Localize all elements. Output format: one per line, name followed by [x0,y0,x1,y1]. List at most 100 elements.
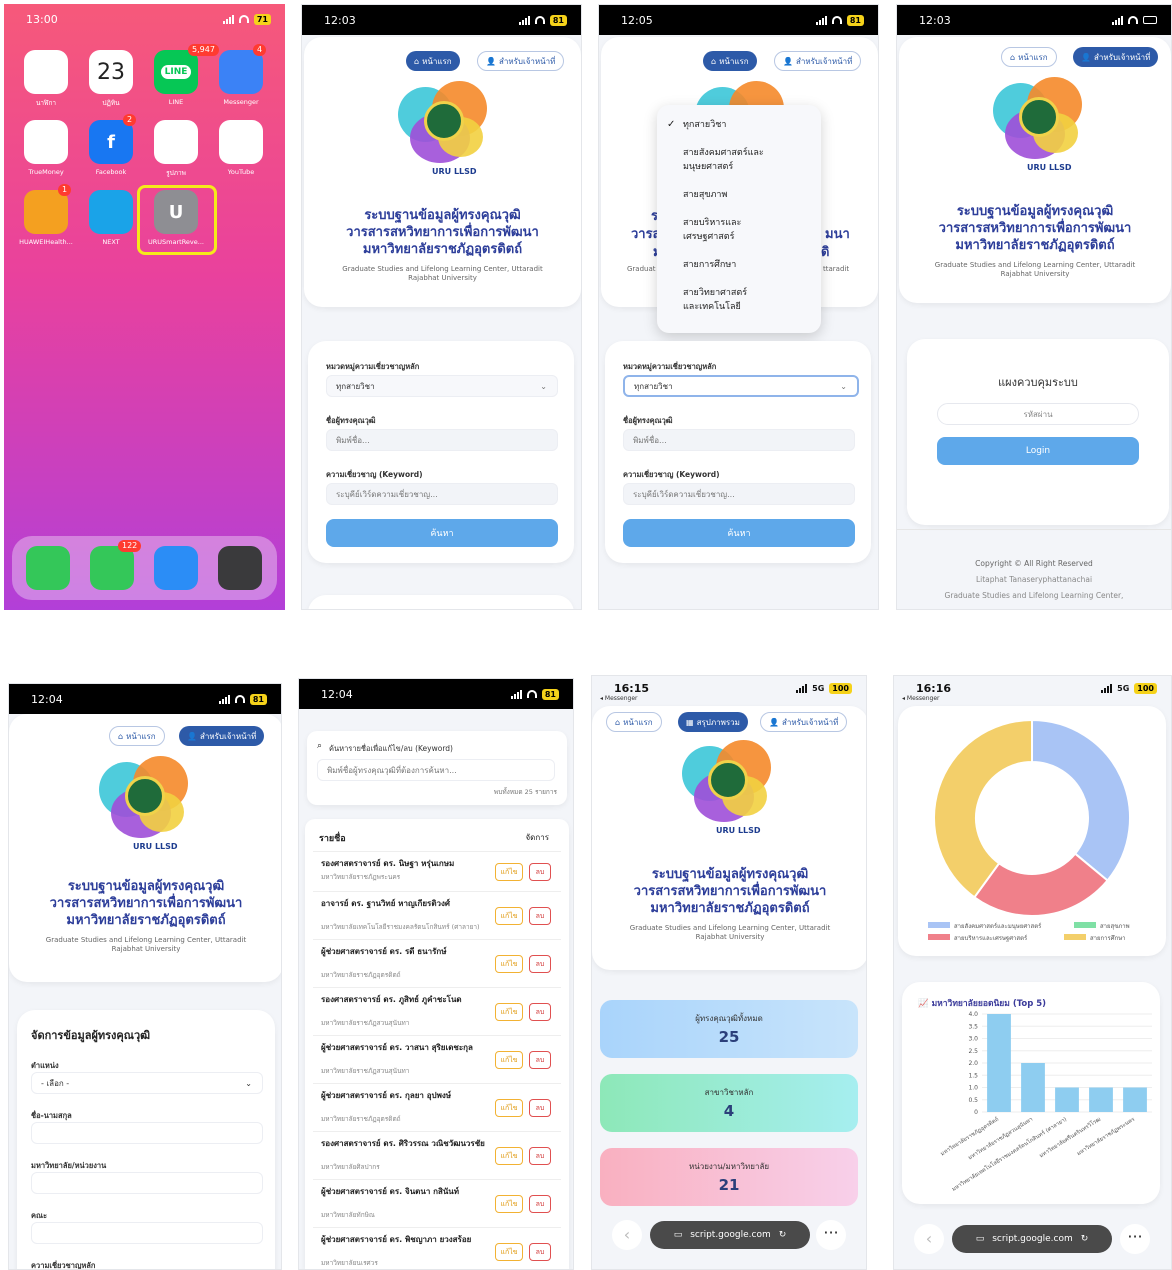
delete-button[interactable]: ลบ [529,1051,551,1069]
expert-name: รองศาสตราจารย์ ดร. นิษฐา หรุ่นเกษม [321,859,455,868]
delete-button[interactable]: ลบ [529,1147,551,1165]
more-icon[interactable]: ··· [816,1220,846,1250]
edit-button[interactable]: แก้ไข [495,1195,523,1213]
more-icon[interactable]: ··· [1120,1224,1150,1254]
faculty-input[interactable] [31,1222,263,1244]
name-input[interactable]: พิมพ์ชื่อ... [623,429,855,451]
back-to-messenger[interactable]: ◂ Messenger [600,695,638,702]
chevron-down-icon: ⌄ [540,381,547,391]
expert-university: มหาวิทยาลัยศิลปากร [321,1163,380,1171]
delete-button[interactable]: ลบ [529,1195,551,1213]
nav-summary-button[interactable]: ▦ สรุปภาพรวม [678,712,748,732]
home-icon: ⌂ [615,717,621,727]
edit-button[interactable]: แก้ไข [495,1051,523,1069]
battery-icon [1143,16,1157,24]
back-icon[interactable]: ‹ [612,1220,642,1250]
safari-icon[interactable] [154,546,198,590]
calendar-icon[interactable]: 23 [89,50,133,94]
delete-button[interactable]: ลบ [529,955,551,973]
screen-charts: 16:16 5G 100 ◂ Messenger สายสังคมศาสตร์แล… [893,675,1172,1270]
edit-button[interactable]: แก้ไข [495,1147,523,1165]
category-select[interactable]: ทุกสายวิชา ⌄ [623,375,859,397]
delete-button[interactable]: ลบ [529,1243,551,1261]
nav-staff-button[interactable]: 👤 สำหรับเจ้าหน้าที่ [477,51,565,71]
messages-icon[interactable] [90,546,134,590]
delete-button[interactable]: ลบ [529,1003,551,1021]
password-input[interactable]: รหัสผ่าน [937,403,1139,425]
camera-icon[interactable] [218,546,262,590]
edit-button[interactable]: แก้ไข [495,1243,523,1261]
manage-search-input[interactable]: พิมพ์ชื่อผู้ทรงคุณวุฒิที่ต้องการค้นหา... [317,759,555,781]
y-tick-label: 3.5 [968,1023,978,1030]
delete-button[interactable]: ลบ [529,907,551,925]
nav-home-button[interactable]: ⌂ หน้าแรก [109,726,165,746]
truemoney-icon[interactable] [24,120,68,164]
huawei-health-icon[interactable] [24,190,68,234]
university-input[interactable] [31,1172,263,1194]
search-button[interactable]: ค้นหา [326,519,558,547]
table-row: รองศาสตราจารย์ ดร. นิษฐา หรุ่นเกษม มหาวิท… [313,851,561,891]
line-icon[interactable]: LINE [154,50,198,94]
status-time: 13:00 [26,12,58,26]
browser-bar: ‹ ▭ script.google.com ↻ ··· [894,1216,1171,1262]
table-row: ผู้ช่วยศาสตราจารย์ ดร. กุลยา อุปพงษ์ มหาว… [313,1083,561,1131]
notification-badge: 5,947 [188,44,219,56]
back-to-messenger[interactable]: ◂ Messenger [902,695,940,702]
back-icon[interactable]: ‹ [914,1224,944,1254]
list-card: รายชื่อ จัดการ รองศาสตราจารย์ ดร. นิษฐา … [305,819,569,1269]
chart-icon: ▦ [686,717,694,727]
position-select[interactable]: - เลือก - ⌄ [31,1072,263,1094]
keyword-input[interactable]: ระบุคีย์เวิร์ดความเชี่ยวชาญ... [623,483,855,505]
keyword-input[interactable]: ระบุคีย์เวิร์ดความเชี่ยวชาญ... [326,483,558,505]
edit-button[interactable]: แก้ไข [495,907,523,925]
nav-staff-button[interactable]: 👤 สำหรับเจ้าหน้าที่ [179,726,265,746]
edit-button[interactable]: แก้ไข [495,955,523,973]
dropdown-option[interactable]: เศรษฐศาสตร์ [683,231,734,244]
dropdown-option[interactable]: สายวิทยาศาสตร์ [683,287,747,300]
home-icon: ⌂ [118,731,124,741]
youtube-icon[interactable] [219,120,263,164]
nav-home-button[interactable]: ⌂ หน้าแรก [606,712,662,732]
nav-staff-button[interactable]: 👤 สำหรับเจ้าหน้าที่ [760,712,848,732]
clock-icon[interactable] [24,50,68,94]
delete-button[interactable]: ลบ [529,863,551,881]
status-bar: 12:04 81 [299,679,573,709]
dropdown-option[interactable]: ทุกสายวิชา [683,119,726,132]
url-bar[interactable]: ▭ script.google.com ↻ [650,1221,810,1249]
status-bar: 12:03 81 [302,5,581,35]
col-manage-header: จัดการ [525,833,549,842]
next-icon[interactable] [89,190,133,234]
fullname-input[interactable] [31,1122,263,1144]
expert-university: มหาวิทยาลัยราชภัฏสวนสุนันทา [321,1019,410,1027]
dropdown-option[interactable]: สายการศึกษา [683,259,736,272]
login-button[interactable]: Login [937,437,1139,465]
url-bar[interactable]: ▭ script.google.com ↻ [952,1225,1112,1253]
reload-icon: ↻ [778,1230,787,1240]
edit-button[interactable]: แก้ไข [495,1099,523,1117]
partial-title: ดิ [821,245,830,260]
facebook-icon[interactable]: f [89,120,133,164]
dropdown-option[interactable]: สายบริหารและ [683,217,741,230]
nav-home-button[interactable]: ⌂ หน้าแรก [703,51,757,71]
phone-icon[interactable] [26,546,70,590]
messenger-icon[interactable] [219,50,263,94]
search-button[interactable]: ค้นหา [623,519,855,547]
dropdown-option[interactable]: สายสุขภาพ [683,189,727,202]
photos-icon[interactable] [154,120,198,164]
dropdown-option[interactable]: สายสังคมศาสตร์และ [683,147,764,160]
bar [1123,1087,1147,1112]
user-icon: 👤 [1081,52,1091,62]
bar [1055,1087,1079,1112]
nav-home-button[interactable]: ⌂ หน้าแรก [1001,47,1057,67]
delete-button[interactable]: ลบ [529,1099,551,1117]
nav-staff-button[interactable]: 👤 สำหรับเจ้าหน้าที่ [774,51,862,71]
category-select[interactable]: ทุกสายวิชา ⌄ [326,375,558,397]
dropdown-option[interactable]: มนุษยศาสตร์ [683,161,733,174]
dropdown-option[interactable]: และเทคโนโลยี [683,301,741,314]
edit-button[interactable]: แก้ไข [495,1003,523,1021]
page-title: ระบบฐานข้อมูลผู้ทรงคุณวุฒิ วารสารสหวิทยาก… [938,204,1132,253]
edit-button[interactable]: แก้ไข [495,863,523,881]
nav-staff-button[interactable]: 👤 สำหรับเจ้าหน้าที่ [1073,47,1159,67]
name-input[interactable]: พิมพ์ชื่อ... [326,429,558,451]
nav-home-button[interactable]: ⌂ หน้าแรก [406,51,460,71]
